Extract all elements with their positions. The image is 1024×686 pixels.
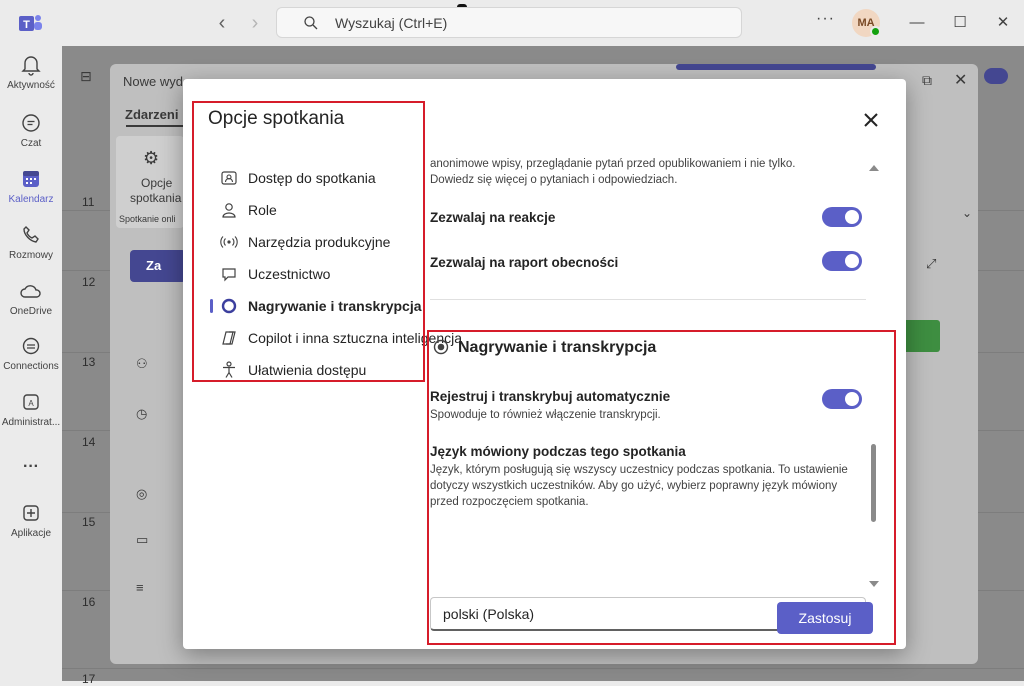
hour-label: 14 — [82, 435, 96, 449]
bg-tab-underline — [126, 125, 184, 127]
rail-item-admin[interactable]: A Administrat... — [0, 391, 62, 428]
more-icon: ··· — [23, 458, 39, 475]
search-icon — [304, 16, 318, 30]
bg-event-block — [900, 320, 940, 352]
highlight-box-menu — [192, 101, 425, 382]
rail-item-chat[interactable]: Czat — [0, 112, 62, 149]
bg-online-label: Spotkanie onli — [119, 214, 176, 224]
bg-video-icon: ▭ — [136, 532, 149, 547]
allow-reactions-toggle[interactable] — [822, 207, 862, 227]
bg-attendees-icon: ⚇ — [136, 356, 148, 371]
hour-label: 12 — [82, 275, 96, 289]
bg-description-icon: ≡ — [136, 580, 144, 595]
rail-item-more[interactable]: ··· — [0, 454, 62, 476]
bell-icon — [21, 56, 41, 76]
rail-item-calendar[interactable]: Kalendarz — [0, 168, 62, 205]
teams-logo-icon: T — [19, 15, 42, 31]
bg-accent-bar — [676, 64, 876, 70]
bg-window-title: Nowe wyd — [123, 74, 183, 89]
admin-icon: A — [23, 394, 39, 410]
bg-tab: Zdarzeni — [125, 107, 179, 122]
app-rail: Aktywność Czat Kalendarz Rozmowy OneDriv… — [0, 46, 62, 681]
rail-item-label: Rozmowy — [9, 250, 53, 261]
calendar-icon — [23, 171, 39, 187]
hour-label: 15 — [82, 515, 96, 529]
forward-arrow-icon[interactable]: › — [244, 12, 266, 34]
title-bar: T ‹ › Wyszukaj (Ctrl+E) ··· MA — ☐ ✕ — [0, 0, 1024, 47]
allow-reactions-label: Zezwalaj na reakcje — [430, 210, 556, 225]
rail-item-apps[interactable]: Aplikacje — [0, 502, 62, 539]
bg-chevron-icon: ⌄ — [962, 206, 973, 220]
bg-popout-icon: ⧉ — [922, 72, 932, 88]
qa-description: anonimowe wpisy, przeglądanie pytań prze… — [430, 158, 796, 186]
svg-text:T: T — [23, 19, 30, 31]
add-app-icon — [23, 505, 39, 521]
svg-text:A: A — [28, 399, 34, 408]
allow-attendance-label: Zezwalaj na raport obecności — [430, 255, 619, 270]
close-icon[interactable] — [860, 109, 882, 131]
minimize-button[interactable]: — — [904, 10, 930, 36]
search-placeholder: Wyszukaj (Ctrl+E) — [335, 15, 448, 31]
bg-toggle — [984, 68, 1008, 84]
bg-options-label: Opcje — [141, 176, 173, 190]
rail-item-calls[interactable]: Rozmowy — [0, 224, 62, 261]
rail-item-label: Czat — [20, 138, 42, 149]
hour-label: 13 — [82, 355, 96, 369]
rail-item-connections[interactable]: Connections — [0, 335, 62, 372]
rail-item-activity[interactable]: Aktywność — [0, 54, 62, 91]
rail-item-label: Connections — [3, 361, 59, 372]
bg-save-label: Za — [146, 258, 162, 273]
bg-expand-icon: ⤢ — [926, 256, 937, 271]
rail-item-onedrive[interactable]: OneDrive — [0, 280, 62, 317]
hour-label: 11 — [82, 195, 95, 209]
highlight-box-recording — [427, 330, 896, 645]
cloud-icon — [20, 285, 41, 298]
chat-icon — [22, 114, 40, 132]
hour-label: 17 — [82, 672, 96, 686]
search-input[interactable]: Wyszukaj (Ctrl+E) — [276, 7, 742, 38]
meeting-options-dialog: Opcje spotkania Dostęp do spotkania Role… — [183, 79, 906, 649]
bg-close-icon: ✕ — [954, 72, 968, 89]
section-divider — [430, 299, 866, 300]
connections-icon — [22, 337, 40, 355]
phone-icon — [23, 226, 39, 243]
rail-item-label: Kalendarz — [8, 194, 54, 205]
allow-attendance-toggle[interactable] — [822, 251, 862, 271]
close-window-button[interactable]: ✕ — [990, 10, 1016, 36]
scroll-up-arrow-icon[interactable] — [869, 165, 879, 171]
rail-item-label: Aktywność — [7, 80, 55, 91]
hour-label: 16 — [82, 595, 96, 609]
bg-sidebar-toggle-icon: ⊟ — [80, 68, 92, 84]
bg-clock-icon: ◷ — [136, 406, 148, 421]
back-arrow-icon[interactable]: ‹ — [211, 12, 233, 34]
bg-location-icon: ◎ — [136, 486, 148, 501]
rail-item-label: Administrat... — [1, 417, 61, 428]
more-options-button[interactable]: ··· — [816, 10, 835, 28]
presence-available-icon — [870, 26, 881, 37]
maximize-button[interactable]: ☐ — [947, 10, 973, 36]
hour-line — [62, 668, 1024, 669]
bg-options-label: spotkania — [130, 191, 182, 205]
rail-item-label: Aplikacje — [10, 528, 52, 539]
rail-item-label: OneDrive — [9, 306, 53, 317]
bg-gear-icon: ⚙ — [143, 148, 160, 168]
